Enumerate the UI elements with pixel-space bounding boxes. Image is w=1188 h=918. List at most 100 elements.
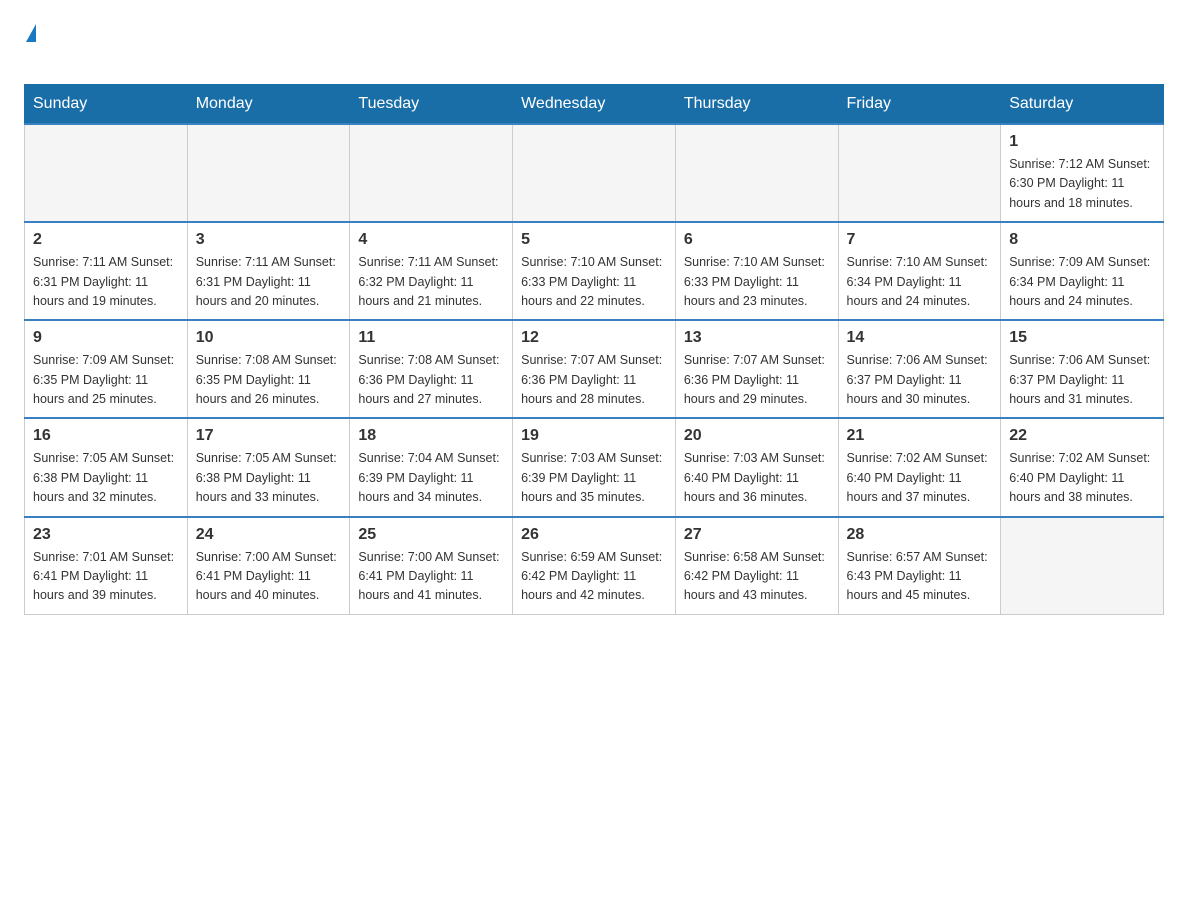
day-number: 19 bbox=[521, 427, 667, 445]
calendar-cell: 9Sunrise: 7:09 AM Sunset: 6:35 PM Daylig… bbox=[25, 320, 188, 418]
day-info: Sunrise: 7:06 AM Sunset: 6:37 PM Dayligh… bbox=[1009, 351, 1155, 409]
day-number: 18 bbox=[358, 427, 504, 445]
day-number: 6 bbox=[684, 231, 830, 249]
calendar-cell bbox=[1001, 517, 1164, 615]
calendar-cell: 18 Sunrise: 7:04 AM Sunset: 6:39 PM Dayli… bbox=[350, 418, 513, 516]
day-info: Sunrise: 7:09 AM Sunset: 6:34 PM Dayligh… bbox=[1009, 253, 1155, 311]
day-number: 15 bbox=[1009, 329, 1155, 347]
calendar-cell bbox=[675, 124, 838, 222]
calendar-cell: 11 Sunrise: 7:08 AM Sunset: 6:36 PM Dayli… bbox=[350, 320, 513, 418]
day-number: 26 bbox=[521, 526, 667, 544]
calendar-cell bbox=[25, 124, 188, 222]
day-info: Sunrise: 7:06 AM Sunset: 6:37 PM Dayligh… bbox=[847, 351, 993, 409]
calendar-cell: 22 Sunrise: 7:02 AM Sunset: 6:40 PM Dayli… bbox=[1001, 418, 1164, 516]
weekday-header-thursday: Thursday bbox=[675, 85, 838, 125]
day-number: 17 bbox=[196, 427, 342, 445]
day-number: 3 bbox=[196, 231, 342, 249]
weekday-header-sunday: Sunday bbox=[25, 85, 188, 125]
day-info: Sunrise: 7:02 AM Sunset: 6:40 PM Dayligh… bbox=[847, 449, 993, 507]
day-number: 25 bbox=[358, 526, 504, 544]
day-info: Sunrise: 7:00 AM Sunset: 6:41 PM Dayligh… bbox=[358, 548, 504, 606]
day-info: Sunrise: 7:08 AM Sunset: 6:36 PM Dayligh… bbox=[358, 351, 504, 409]
day-info: Sunrise: 7:00 AM Sunset: 6:41 PM Dayligh… bbox=[196, 548, 342, 606]
day-info: Sunrise: 7:10 AM Sunset: 6:33 PM Dayligh… bbox=[521, 253, 667, 311]
calendar-cell: 21 Sunrise: 7:02 AM Sunset: 6:40 PM Dayli… bbox=[838, 418, 1001, 516]
calendar-cell: 1 Sunrise: 7:12 AM Sunset: 6:30 PM Daylig… bbox=[1001, 124, 1164, 222]
day-info: Sunrise: 7:05 AM Sunset: 6:38 PM Dayligh… bbox=[33, 449, 179, 507]
day-number: 21 bbox=[847, 427, 993, 445]
day-number: 10 bbox=[196, 329, 342, 347]
calendar-cell: 25 Sunrise: 7:00 AM Sunset: 6:41 PM Dayli… bbox=[350, 517, 513, 615]
day-number: 22 bbox=[1009, 427, 1155, 445]
calendar-cell bbox=[187, 124, 350, 222]
day-number: 2 bbox=[33, 231, 179, 249]
day-info: Sunrise: 7:02 AM Sunset: 6:40 PM Dayligh… bbox=[1009, 449, 1155, 507]
calendar-cell bbox=[838, 124, 1001, 222]
weekday-header-wednesday: Wednesday bbox=[513, 85, 676, 125]
day-number: 5 bbox=[521, 231, 667, 249]
calendar-cell: 6 Sunrise: 7:10 AM Sunset: 6:33 PM Daylig… bbox=[675, 222, 838, 320]
day-number: 27 bbox=[684, 526, 830, 544]
day-number: 4 bbox=[358, 231, 504, 249]
day-number: 11 bbox=[358, 329, 504, 347]
logo bbox=[24, 24, 38, 68]
day-info: Sunrise: 7:11 AM Sunset: 6:31 PM Dayligh… bbox=[196, 253, 342, 311]
day-info: Sunrise: 7:03 AM Sunset: 6:39 PM Dayligh… bbox=[521, 449, 667, 507]
day-info: Sunrise: 7:10 AM Sunset: 6:33 PM Dayligh… bbox=[684, 253, 830, 311]
calendar-cell: 2 Sunrise: 7:11 AM Sunset: 6:31 PM Daylig… bbox=[25, 222, 188, 320]
calendar-cell: 15 Sunrise: 7:06 AM Sunset: 6:37 PM Dayli… bbox=[1001, 320, 1164, 418]
day-number: 16 bbox=[33, 427, 179, 445]
day-info: Sunrise: 7:01 AM Sunset: 6:41 PM Dayligh… bbox=[33, 548, 179, 606]
calendar-cell: 5 Sunrise: 7:10 AM Sunset: 6:33 PM Daylig… bbox=[513, 222, 676, 320]
day-info: Sunrise: 6:59 AM Sunset: 6:42 PM Dayligh… bbox=[521, 548, 667, 606]
calendar-cell: 27 Sunrise: 6:58 AM Sunset: 6:42 PM Dayli… bbox=[675, 517, 838, 615]
day-number: 7 bbox=[847, 231, 993, 249]
calendar-cell: 4 Sunrise: 7:11 AM Sunset: 6:32 PM Daylig… bbox=[350, 222, 513, 320]
calendar-cell: 16 Sunrise: 7:05 AM Sunset: 6:38 PM Dayli… bbox=[25, 418, 188, 516]
weekday-header-monday: Monday bbox=[187, 85, 350, 125]
day-info: Sunrise: 7:07 AM Sunset: 6:36 PM Dayligh… bbox=[684, 351, 830, 409]
calendar-cell: 24 Sunrise: 7:00 AM Sunset: 6:41 PM Dayli… bbox=[187, 517, 350, 615]
day-info: Sunrise: 6:58 AM Sunset: 6:42 PM Dayligh… bbox=[684, 548, 830, 606]
calendar-cell: 12 Sunrise: 7:07 AM Sunset: 6:36 PM Dayli… bbox=[513, 320, 676, 418]
day-number: 14 bbox=[847, 329, 993, 347]
calendar-cell: 23 Sunrise: 7:01 AM Sunset: 6:41 PM Dayli… bbox=[25, 517, 188, 615]
calendar-cell: 28 Sunrise: 6:57 AM Sunset: 6:43 PM Dayli… bbox=[838, 517, 1001, 615]
weekday-header-tuesday: Tuesday bbox=[350, 85, 513, 125]
calendar-cell bbox=[513, 124, 676, 222]
day-info: Sunrise: 7:11 AM Sunset: 6:32 PM Dayligh… bbox=[358, 253, 504, 311]
calendar-cell bbox=[350, 124, 513, 222]
day-number: 12 bbox=[521, 329, 667, 347]
day-info: Sunrise: 7:09 AM Sunset: 6:35 PM Dayligh… bbox=[33, 351, 179, 409]
calendar-cell: 13 Sunrise: 7:07 AM Sunset: 6:36 PM Dayli… bbox=[675, 320, 838, 418]
day-info: Sunrise: 7:12 AM Sunset: 6:30 PM Dayligh… bbox=[1009, 155, 1155, 213]
day-info: Sunrise: 7:10 AM Sunset: 6:34 PM Dayligh… bbox=[847, 253, 993, 311]
day-info: Sunrise: 7:03 AM Sunset: 6:40 PM Dayligh… bbox=[684, 449, 830, 507]
calendar-week-row: 16 Sunrise: 7:05 AM Sunset: 6:38 PM Dayli… bbox=[25, 418, 1164, 516]
calendar-cell: 10 Sunrise: 7:08 AM Sunset: 6:35 PM Dayli… bbox=[187, 320, 350, 418]
day-number: 20 bbox=[684, 427, 830, 445]
calendar-cell: 20 Sunrise: 7:03 AM Sunset: 6:40 PM Dayli… bbox=[675, 418, 838, 516]
day-info: Sunrise: 6:57 AM Sunset: 6:43 PM Dayligh… bbox=[847, 548, 993, 606]
day-number: 8 bbox=[1009, 231, 1155, 249]
day-info: Sunrise: 7:11 AM Sunset: 6:31 PM Dayligh… bbox=[33, 253, 179, 311]
calendar-cell: 19 Sunrise: 7:03 AM Sunset: 6:39 PM Dayli… bbox=[513, 418, 676, 516]
calendar-table: SundayMondayTuesdayWednesdayThursdayFrid… bbox=[24, 84, 1164, 615]
weekday-header-row: SundayMondayTuesdayWednesdayThursdayFrid… bbox=[25, 85, 1164, 125]
day-number: 28 bbox=[847, 526, 993, 544]
day-number: 24 bbox=[196, 526, 342, 544]
page-header bbox=[24, 24, 1164, 68]
calendar-cell: 8 Sunrise: 7:09 AM Sunset: 6:34 PM Daylig… bbox=[1001, 222, 1164, 320]
day-info: Sunrise: 7:05 AM Sunset: 6:38 PM Dayligh… bbox=[196, 449, 342, 507]
calendar-week-row: 23 Sunrise: 7:01 AM Sunset: 6:41 PM Dayli… bbox=[25, 517, 1164, 615]
day-number: 13 bbox=[684, 329, 830, 347]
day-info: Sunrise: 7:07 AM Sunset: 6:36 PM Dayligh… bbox=[521, 351, 667, 409]
calendar-cell: 14 Sunrise: 7:06 AM Sunset: 6:37 PM Dayli… bbox=[838, 320, 1001, 418]
day-info: Sunrise: 7:08 AM Sunset: 6:35 PM Dayligh… bbox=[196, 351, 342, 409]
calendar-week-row: 2 Sunrise: 7:11 AM Sunset: 6:31 PM Daylig… bbox=[25, 222, 1164, 320]
calendar-cell: 17 Sunrise: 7:05 AM Sunset: 6:38 PM Dayli… bbox=[187, 418, 350, 516]
day-info: Sunrise: 7:04 AM Sunset: 6:39 PM Dayligh… bbox=[358, 449, 504, 507]
day-number: 23 bbox=[33, 526, 179, 544]
weekday-header-friday: Friday bbox=[838, 85, 1001, 125]
day-number: 1 bbox=[1009, 133, 1155, 151]
